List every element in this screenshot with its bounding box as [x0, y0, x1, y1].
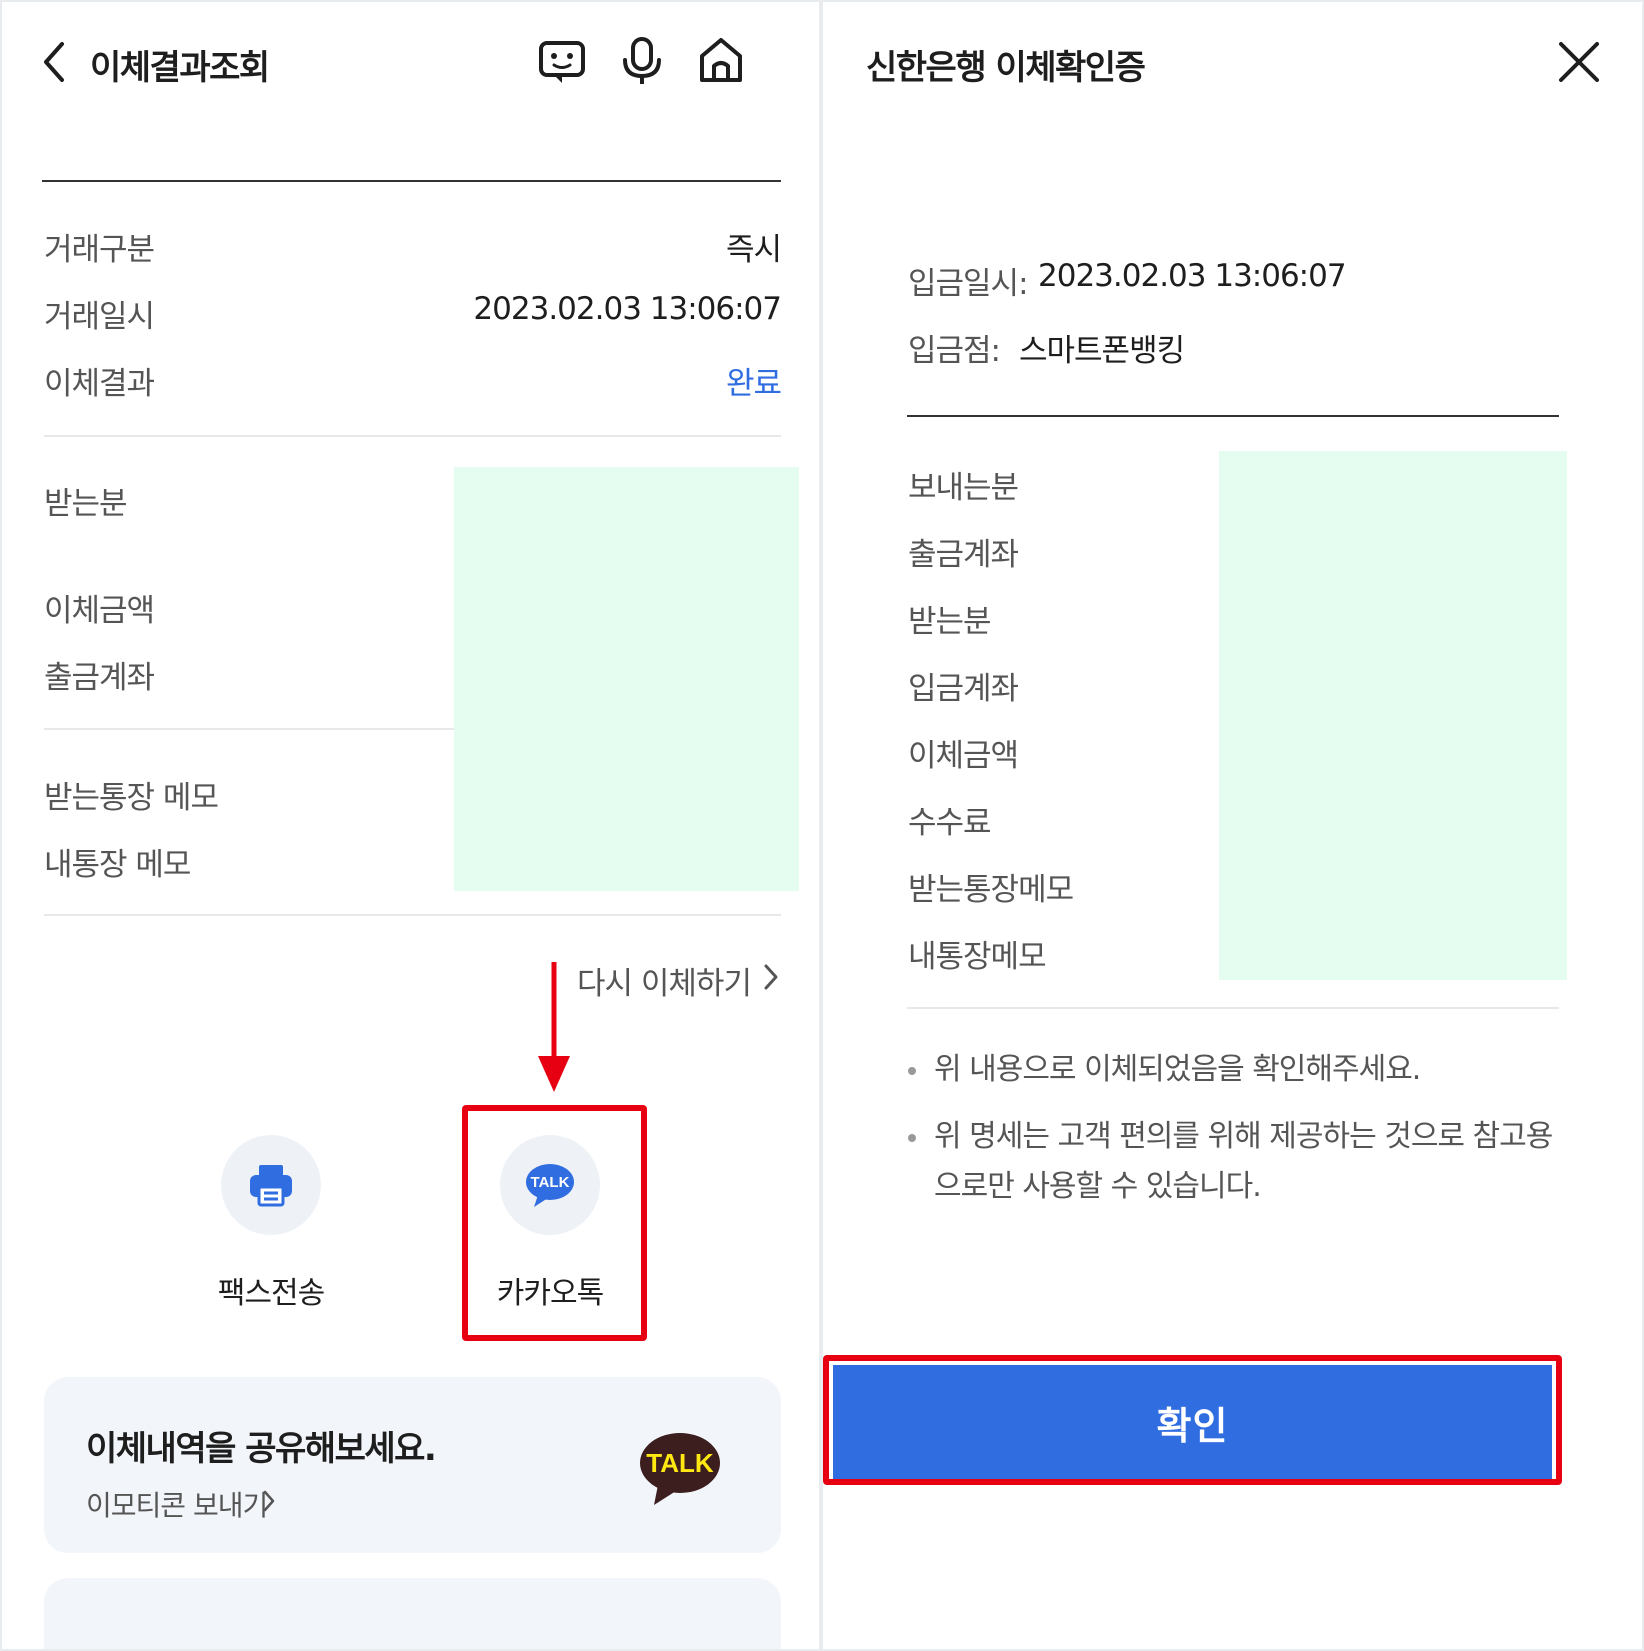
next-card: [44, 1578, 781, 1649]
confirm-highlight-box: [823, 1355, 1562, 1485]
divider: [44, 435, 781, 437]
fax-button[interactable]: [221, 1135, 321, 1235]
field-recipient: 받는분: [908, 604, 992, 640]
recipient-memo-label: 받는통장 메모: [44, 780, 219, 816]
chatbot-icon[interactable]: [538, 38, 586, 86]
microphone-icon[interactable]: [620, 36, 664, 86]
arrow-down-icon: [538, 962, 570, 1092]
transaction-datetime-label: 거래일시: [44, 299, 155, 335]
amount-label: 이체금액: [44, 593, 155, 629]
fax-label: 팩스전송: [217, 1276, 325, 1311]
divider: [44, 728, 464, 730]
field-my-memo: 내통장메모: [908, 939, 1047, 975]
promo-title: 이체내역을 공유해보세요.: [86, 1429, 437, 1469]
redacted-values: [1219, 451, 1567, 980]
withdraw-account-label: 출금계좌: [44, 660, 155, 696]
transaction-type-label: 거래구분: [44, 232, 155, 268]
bullet-dot: [908, 1134, 916, 1142]
field-amount: 이체금액: [908, 738, 1019, 774]
transfer-result-status: 완료: [725, 366, 782, 402]
chevron-right-icon: [263, 1490, 275, 1512]
deposit-date-label: 입금일시:: [908, 266, 1029, 302]
retry-transfer-link[interactable]: 다시 이체하기: [577, 958, 752, 1003]
note-item: 위 명세는 고객 편의를 위해 제공하는 것으로 참고용으로만 사용할 수 있습…: [908, 1112, 1564, 1212]
chevron-right-icon: [764, 964, 778, 990]
printer-icon: [250, 1165, 292, 1207]
my-memo-label: 내통장 메모: [44, 847, 191, 883]
page-title: 이체결과조회: [90, 48, 270, 88]
transaction-type-value: 즉시: [725, 232, 782, 268]
kakaotalk-highlight-box: [462, 1105, 647, 1341]
note-item: 위 내용으로 이체되었음을 확인해주세요.: [908, 1045, 1564, 1095]
kakaotalk-logo-icon: TALK: [640, 1433, 720, 1505]
divider: [907, 1007, 1559, 1009]
certificate-title: 신한은행 이체확인증: [866, 48, 1146, 88]
transfer-result-label: 이체결과: [44, 366, 155, 402]
field-fee: 수수료: [908, 805, 992, 841]
redacted-values: [454, 467, 799, 891]
note-text: 위 명세는 고객 편의를 위해 제공하는 것으로 참고용으로만 사용할 수 있습…: [934, 1119, 1553, 1204]
chevron-left-icon[interactable]: [40, 40, 68, 84]
field-recipient-memo: 받는통장메모: [908, 872, 1074, 908]
recipient-label: 받는분: [44, 486, 128, 522]
svg-text:TALK: TALK: [646, 1448, 714, 1478]
divider: [907, 415, 1559, 417]
transaction-datetime-value: 2023.02.03 13:06:07: [473, 291, 782, 327]
transfer-certificate-screen: 신한은행 이체확인증 입금일시: 2023.02.03 13:06:07 입금점…: [823, 2, 1642, 1649]
emoticon-link[interactable]: 이모티콘 보내기: [86, 1484, 268, 1524]
deposit-date-value: 2023.02.03 13:06:07: [1038, 258, 1347, 294]
header-divider: [42, 180, 781, 182]
share-promo-card[interactable]: 이체내역을 공유해보세요. 이모티콘 보내기 TALK: [44, 1377, 781, 1553]
note-text: 위 내용으로 이체되었음을 확인해주세요.: [934, 1052, 1421, 1087]
divider: [44, 914, 781, 916]
deposit-branch-value: 스마트폰뱅킹: [1019, 333, 1185, 369]
bullet-dot: [908, 1067, 916, 1075]
close-icon[interactable]: [1557, 40, 1601, 84]
field-deposit-account: 입금계좌: [908, 671, 1019, 707]
field-sender: 보내는분: [908, 470, 1019, 506]
home-icon[interactable]: [698, 36, 744, 84]
deposit-branch-label: 입금점:: [908, 333, 1001, 369]
field-withdraw-account: 출금계좌: [908, 537, 1019, 573]
transfer-result-screen: 이체결과조회 거래구분 즉시 거래일시 2023.02.03 13:06:07 …: [2, 2, 819, 1649]
